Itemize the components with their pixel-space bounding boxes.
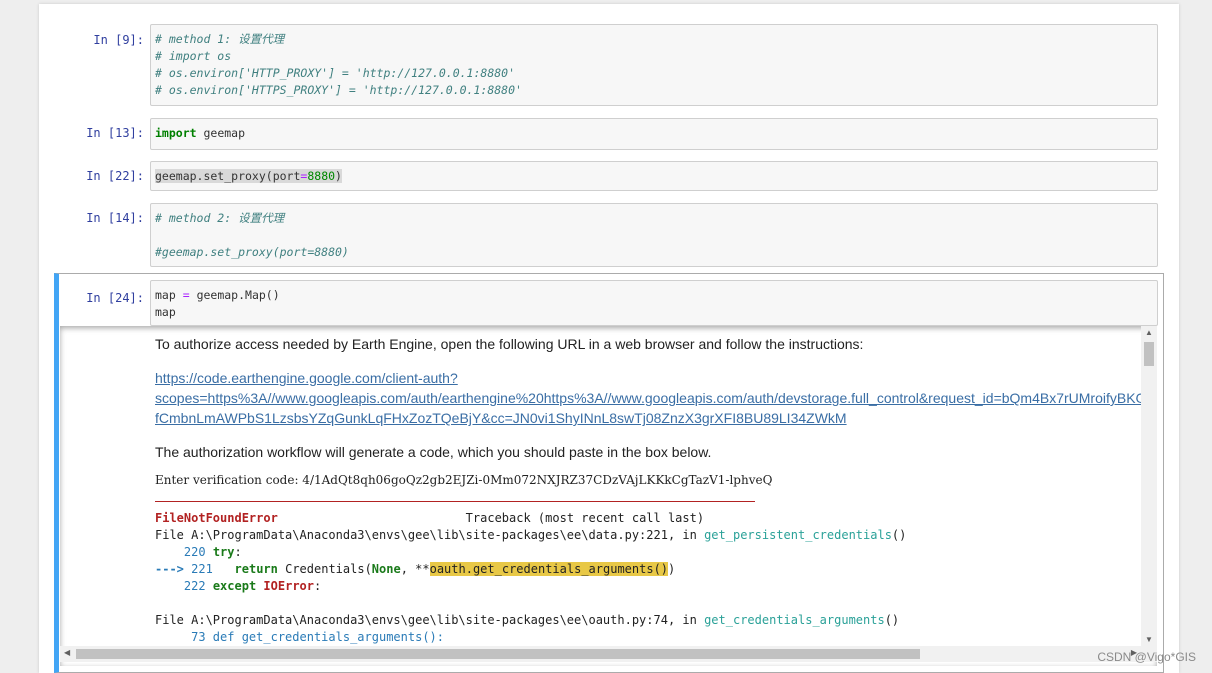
code-editor[interactable]: # method 2: 设置代理 #geemap.set_proxy(port=… — [150, 203, 1158, 267]
code-keyword: import — [155, 126, 197, 140]
code-keyword: except — [212, 579, 257, 593]
input-prompt: In [13]: — [86, 126, 144, 140]
selected-code: geemap.set_proxy(port=8880) — [155, 169, 342, 183]
traceback-text: , in — [667, 613, 705, 627]
code-text: , ** — [400, 562, 430, 576]
code-text: Credentials( — [277, 562, 372, 576]
code-keyword: None — [371, 562, 401, 576]
highlighted-call: oauth.get_credentials_arguments() — [429, 562, 669, 576]
traceback-text: () — [891, 528, 907, 542]
horizontal-scroll-thumb[interactable] — [76, 649, 920, 659]
vertical-scroll-thumb[interactable] — [1144, 342, 1154, 366]
horizontal-scrollbar[interactable]: ◀ ▶ — [60, 646, 1157, 662]
traceback-header: Traceback (most recent call last) — [465, 511, 705, 525]
line-number: 221 — [191, 562, 213, 576]
traceback-header-line: FileNotFoundError Traceback (most recent… — [155, 510, 1155, 527]
traceback-text: File — [155, 613, 192, 627]
code-text: map — [155, 305, 176, 319]
input-prompt: In [22]: — [86, 169, 144, 183]
output-content: To authorize access needed by Earth Engi… — [155, 334, 1155, 646]
auth-url-link[interactable]: fCmbnLmAWPbS1LzsbsYZqGunkLqFHxZozTQeBjY&… — [155, 408, 1155, 428]
code-line: # os.environ['HTTPS_PROXY'] = 'http://12… — [155, 83, 522, 97]
exception-name: IOError — [263, 579, 314, 593]
code-text: ) — [335, 169, 342, 183]
code-text: : — [314, 579, 322, 593]
code-editor[interactable]: geemap.set_proxy(port=8880) — [150, 161, 1158, 191]
traceback-text: File — [155, 528, 192, 542]
auth-url-link[interactable]: https://code.earthengine.google.com/clie… — [155, 368, 1155, 388]
input-prompt: In [14]: — [86, 211, 144, 225]
traceback-text: , in — [667, 528, 705, 542]
code-text: geemap.set_proxy(port — [155, 169, 301, 183]
scroll-left-arrow-icon[interactable]: ◀ — [64, 648, 70, 657]
traceback-code-line: 220 try: — [155, 544, 1155, 561]
code-editor[interactable]: map = geemap.Map() map — [150, 280, 1158, 326]
traceback-file-line: File A:\ProgramData\Anaconda3\envs\gee\l… — [155, 612, 1155, 629]
traceback-path: A:\ProgramData\Anaconda3\envs\gee\lib\si… — [191, 528, 668, 542]
line-number: 220 — [183, 545, 206, 559]
traceback-code-line: 222 except IOError: — [155, 578, 1155, 595]
code-keyword: try — [212, 545, 235, 559]
code-keyword: return — [234, 562, 278, 576]
notebook-container: In [9]: # method 1: 设置代理 # import os # o… — [39, 4, 1179, 673]
vertical-scrollbar[interactable]: ▲ ▼ — [1141, 326, 1157, 646]
traceback-code-line: ---> 221 return Credentials(None, **oaut… — [155, 561, 1155, 578]
code-number: 8880 — [307, 169, 336, 183]
traceback-file-line: File A:\ProgramData\Anaconda3\envs\gee\l… — [155, 527, 1155, 544]
traceback-function-link[interactable]: get_persistent_credentials — [704, 528, 892, 542]
output-area[interactable]: To authorize access needed by Earth Engi… — [60, 326, 1157, 666]
code-editor[interactable]: import geemap — [150, 118, 1158, 150]
traceback-text: () — [884, 613, 900, 627]
code-text: geemap — [196, 126, 246, 140]
error-name: FileNotFoundError — [155, 511, 278, 525]
scroll-up-arrow-icon[interactable]: ▲ — [1141, 328, 1157, 337]
watermark: CSDN @Vigo*GIS — [1097, 650, 1196, 664]
code-line: # method 2: 设置代理 — [155, 211, 285, 225]
code-editor[interactable]: # method 1: 设置代理 # import os # os.enviro… — [150, 24, 1158, 106]
scroll-down-arrow-icon[interactable]: ▼ — [1141, 635, 1157, 644]
code-line: #geemap.set_proxy(port=8880) — [155, 245, 349, 259]
verification-code-line: Enter verification code: 4/1AdQt8qh06goQ… — [155, 473, 773, 487]
code-text: ) — [668, 562, 676, 576]
traceback-divider — [155, 501, 755, 502]
code-line: # os.environ['HTTP_PROXY'] = 'http://127… — [155, 66, 516, 80]
traceback-code-line-partial: 73 def get_credentials_arguments(): — [155, 629, 1155, 646]
input-prompt: In [9]: — [93, 33, 144, 47]
traceback-path: A:\ProgramData\Anaconda3\envs\gee\lib\si… — [191, 613, 668, 627]
code-text: 73 def get_credentials_arguments(): — [191, 630, 444, 644]
code-line: # method 1: 设置代理 — [155, 32, 285, 46]
code-text: geemap.Map() — [189, 288, 280, 302]
auth-instructions: To authorize access needed by Earth Engi… — [155, 336, 864, 352]
workflow-text: The authorization workflow will generate… — [155, 444, 712, 460]
auth-url-link[interactable]: scopes=https%3A//www.googleapis.com/auth… — [155, 388, 1155, 408]
code-text: : — [234, 545, 242, 559]
code-operator: = — [182, 288, 190, 302]
line-number: 222 — [183, 579, 206, 593]
input-prompt: In [24]: — [86, 291, 144, 305]
code-text: map — [155, 288, 183, 302]
traceback-arrow: ---> — [155, 562, 184, 576]
traceback-function-link[interactable]: get_credentials_arguments — [704, 613, 885, 627]
code-line: # import os — [155, 49, 232, 63]
